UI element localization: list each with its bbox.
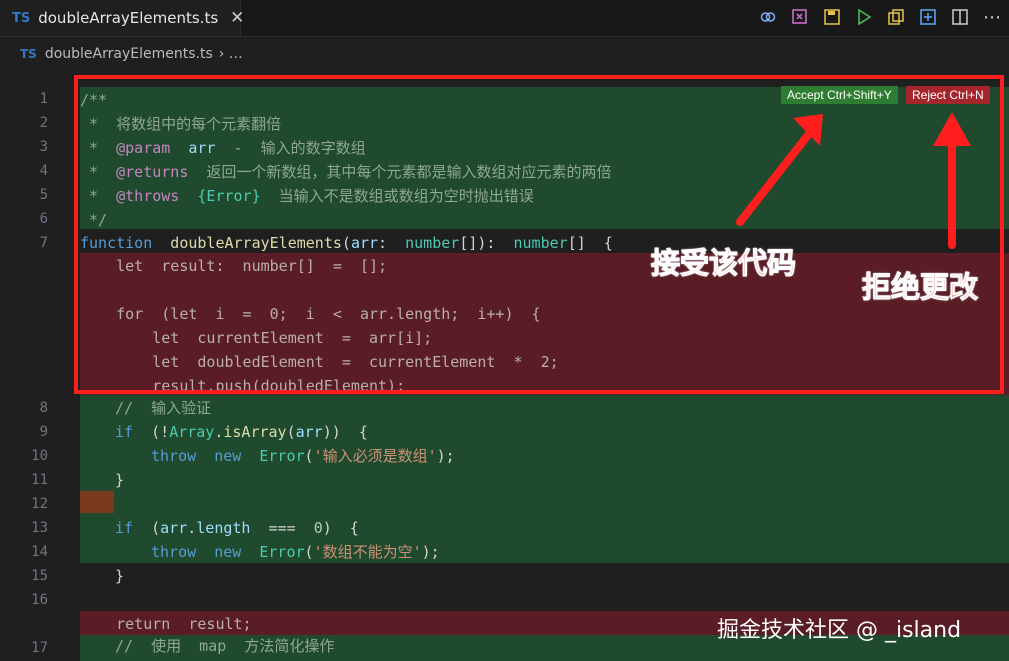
accept-annotation: 接受该代码 <box>650 246 797 281</box>
watermark: 掘金技术社区 @ _island <box>717 618 962 643</box>
reject-annotation: 拒绝更改 <box>861 270 979 305</box>
arrow-reject-head <box>933 112 971 146</box>
annotation-arrows <box>736 112 971 249</box>
arrow-accept-shaft <box>736 126 816 226</box>
